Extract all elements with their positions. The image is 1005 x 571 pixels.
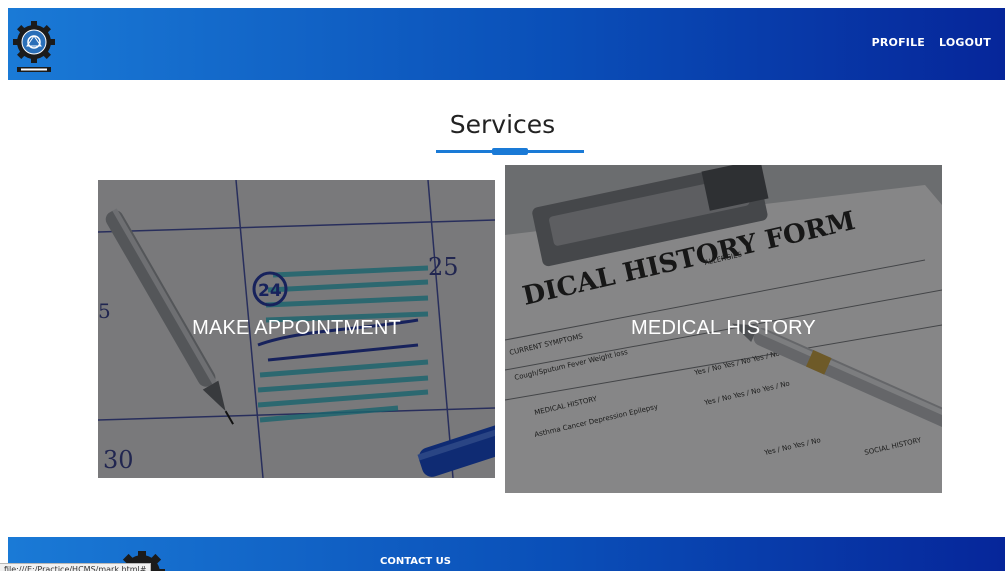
footer: CONTACT US xyxy=(8,537,1005,571)
logout-link[interactable]: LOGOUT xyxy=(939,36,991,49)
make-appointment-label: MAKE APPOINTMENT xyxy=(192,317,401,339)
page: PROFILE LOGOUT Services 25 30 5 24 MAKE … xyxy=(0,0,1005,571)
gear-emblem-icon[interactable] xyxy=(12,12,56,76)
services-title: Services xyxy=(449,110,556,139)
make-appointment-card[interactable]: 25 30 5 24 MAKE APPOINTMENT xyxy=(98,180,495,478)
medical-history-label: MEDICAL HISTORY xyxy=(631,317,816,339)
contact-us-heading: CONTACT US xyxy=(380,556,451,567)
title-underline-accent xyxy=(492,148,528,155)
browser-status-url: file:///E:/Practice/HCMS/mark.html# xyxy=(0,563,152,571)
profile-link[interactable]: PROFILE xyxy=(872,36,925,49)
header-navbar: PROFILE LOGOUT xyxy=(8,8,1005,80)
medical-history-card[interactable]: DICAL HISTORY FORM CURRENT SYMPTOMS Coug… xyxy=(505,165,942,493)
header-nav: PROFILE LOGOUT xyxy=(872,36,991,49)
